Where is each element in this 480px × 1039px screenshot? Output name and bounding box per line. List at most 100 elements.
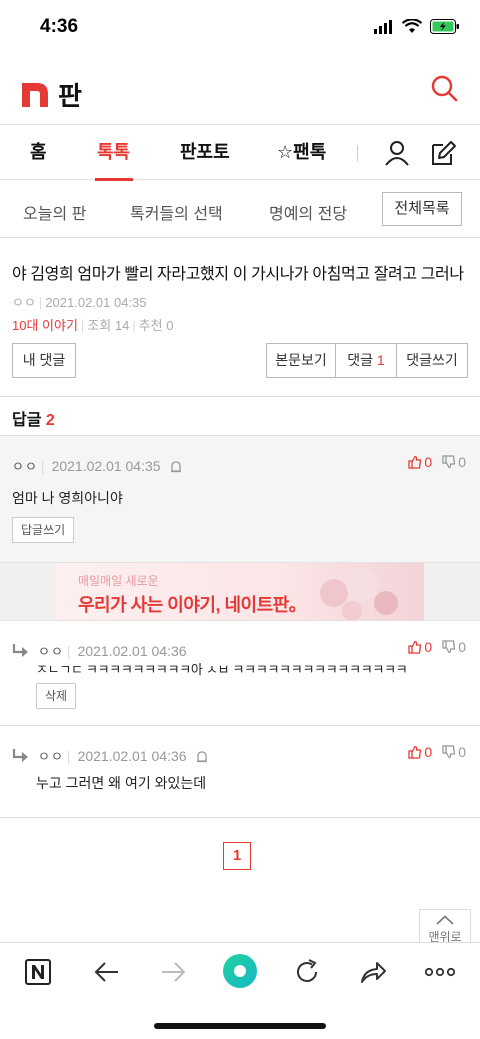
report-icon[interactable]: [195, 749, 209, 763]
upvote-button[interactable]: 0: [408, 744, 432, 760]
ad-title: 우리가 사는 이야기, 네이트판。: [78, 595, 307, 615]
comment-author: ㅇㅇ: [38, 644, 64, 659]
logo-text: 판: [58, 81, 82, 111]
tab-home[interactable]: 홈: [30, 125, 47, 180]
comment-date: 2021.02.01 04:35: [51, 457, 161, 474]
all-list-button[interactable]: 전체목록: [382, 192, 462, 226]
search-icon[interactable]: [430, 74, 458, 102]
comment-date: 2021.02.01 04:36: [77, 642, 187, 659]
ad-content: 매일매일 새로운 우리가 사는 이야기, 네이트판。: [56, 563, 424, 621]
comment-text: 엄마 나 영희아니야: [12, 490, 123, 506]
post-action-row: 내 댓글 본문보기 댓글 1 댓글쓰기: [0, 343, 480, 379]
reply-button[interactable]: 답글쓰기: [12, 517, 75, 543]
share-icon[interactable]: [358, 957, 388, 987]
comment-meta: ㅇㅇ | 2021.02.01 04:35: [12, 456, 183, 475]
comment-meta: ㅇㅇ | 2021.02.01 04:36: [12, 746, 209, 765]
ad-banner[interactable]: 매일매일 새로운 우리가 사는 이야기, 네이트판。: [0, 562, 480, 621]
post-category[interactable]: 10대 이야기: [12, 318, 78, 333]
downvote-button[interactable]: 0: [442, 744, 466, 760]
status-icons: [374, 19, 460, 34]
refresh-icon[interactable]: [292, 957, 322, 987]
green-dot-icon[interactable]: [221, 952, 259, 990]
sub-tab-hall-of-fame[interactable]: 명예의 전당: [269, 200, 347, 224]
browser-toolbar: [0, 942, 480, 1002]
nav-divider: [357, 145, 358, 161]
reply-arrow-icon: [12, 643, 28, 657]
upvote-count: 0: [424, 639, 433, 655]
main-nav: 홈 톡톡 판포토 ☆팬톡: [0, 124, 480, 181]
post-stats: 10대 이야기 | 조회 14 | 추천 0: [12, 318, 174, 333]
more-icon[interactable]: [424, 957, 456, 987]
comment-votes: 0 0: [408, 639, 466, 655]
thumbs-up-icon: [408, 640, 422, 654]
chevron-up-icon: [436, 915, 454, 925]
downvote-button[interactable]: 0: [442, 454, 466, 470]
post-title: 야 김영희 엄마가 빨리 자라고했지 이 가시나가 아침먹고 잘려고 그러나: [12, 266, 464, 283]
reply-arrow-icon: [12, 748, 28, 762]
comments-label: 댓글: [347, 352, 374, 368]
post-recommend: 추천 0: [138, 318, 174, 333]
write-icon[interactable]: [429, 139, 457, 167]
comment-author: ㅇㅇ: [12, 459, 38, 474]
comment-item: ㅇㅇ | 2021.02.01 04:35 0 0 엄마 나 영희아니야 답글쓰…: [0, 435, 480, 562]
downvote-button[interactable]: 0: [442, 639, 466, 655]
section-divider: [0, 396, 480, 397]
forward-arrow-icon[interactable]: [158, 957, 188, 987]
upvote-count: 0: [424, 454, 433, 470]
comments-button[interactable]: 댓글 1: [335, 343, 397, 378]
downvote-count: 0: [458, 454, 466, 470]
reply-count-value: 2: [45, 412, 55, 429]
thumbs-down-icon: [442, 640, 456, 654]
comment-text: ㅈㄴㄱㄷ ㅋㅋㅋㅋㅋㅋㅋㅋㅋ아 ㅅㅂ ㅋㅋㅋㅋㅋㅋㅋㅋㅋㅋㅋㅋㅋㅋㅋ: [36, 662, 408, 677]
reply-item: ㅇㅇ | 2021.02.01 04:36 0 0 누고 그러면 왜 여기 와있…: [0, 725, 480, 818]
app-header: 판: [0, 54, 480, 124]
page-number-current[interactable]: 1: [223, 842, 251, 870]
thumbs-down-icon: [442, 745, 456, 759]
thumbs-up-icon: [408, 745, 422, 759]
upvote-count: 0: [424, 744, 433, 760]
post-meta: ㅇㅇ | 2021.02.01 04:35: [12, 295, 147, 310]
report-icon[interactable]: [169, 459, 183, 473]
comment-author: ㅇㅇ: [38, 749, 64, 764]
thumbs-up-icon: [408, 455, 422, 469]
downvote-count: 0: [458, 744, 466, 760]
reply-label: 답글: [12, 412, 42, 429]
post-views: 조회 14: [87, 318, 130, 333]
write-comment-button[interactable]: 댓글쓰기: [396, 343, 468, 378]
nate-logo-icon: [22, 82, 48, 107]
pearls-image: [320, 569, 398, 621]
nate-pann-logo[interactable]: 판: [22, 76, 82, 113]
comment-text: 누고 그러면 왜 여기 와있는데: [36, 775, 207, 791]
post-header: 야 김영희 엄마가 빨리 자라고했지 이 가시나가 아침먹고 잘려고 그러나 ㅇ…: [0, 238, 480, 334]
thumbs-down-icon: [442, 455, 456, 469]
status-bar: 4:36: [0, 0, 480, 54]
reply-item: ㅇㅇ | 2021.02.01 04:36 0 0 ㅈㄴㄱㄷ ㅋㅋㅋㅋㅋㅋㅋㅋㅋ…: [0, 620, 480, 725]
user-icon[interactable]: [383, 139, 411, 167]
reply-count: 답글 2: [12, 406, 55, 430]
wifi-icon: [402, 19, 422, 33]
my-comments-button[interactable]: 내 댓글: [12, 343, 76, 378]
naver-home-icon[interactable]: [23, 957, 53, 987]
post-author: ㅇㅇ: [12, 295, 36, 310]
view-body-button[interactable]: 본문보기: [266, 343, 336, 378]
ad-subtitle: 매일매일 새로운: [78, 574, 159, 588]
sub-tab-today[interactable]: 오늘의 판: [23, 200, 86, 224]
comments-count: 1: [376, 352, 385, 368]
back-arrow-icon[interactable]: [92, 957, 122, 987]
comment-votes: 0 0: [408, 744, 466, 760]
comment-meta: ㅇㅇ | 2021.02.01 04:36: [12, 641, 187, 660]
home-indicator: [154, 1023, 326, 1029]
tab-pannphoto[interactable]: 판포토: [180, 125, 230, 180]
sub-tab-talker-choice[interactable]: 톡커들의 선택: [130, 200, 223, 224]
upvote-button[interactable]: 0: [408, 454, 432, 470]
comment-date: 2021.02.01 04:36: [77, 747, 187, 764]
signal-icon: [374, 19, 392, 34]
sub-nav: 오늘의 판 톡커들의 선택 명예의 전당 전체목록: [0, 180, 480, 238]
tab-fantalk[interactable]: ☆팬톡: [277, 125, 326, 180]
post-date: 2021.02.01 04:35: [45, 295, 147, 310]
tab-toktok[interactable]: 톡톡: [97, 125, 130, 180]
delete-button[interactable]: 삭제: [36, 683, 77, 709]
downvote-count: 0: [458, 639, 466, 655]
comment-votes: 0 0: [408, 454, 466, 470]
upvote-button[interactable]: 0: [408, 639, 432, 655]
